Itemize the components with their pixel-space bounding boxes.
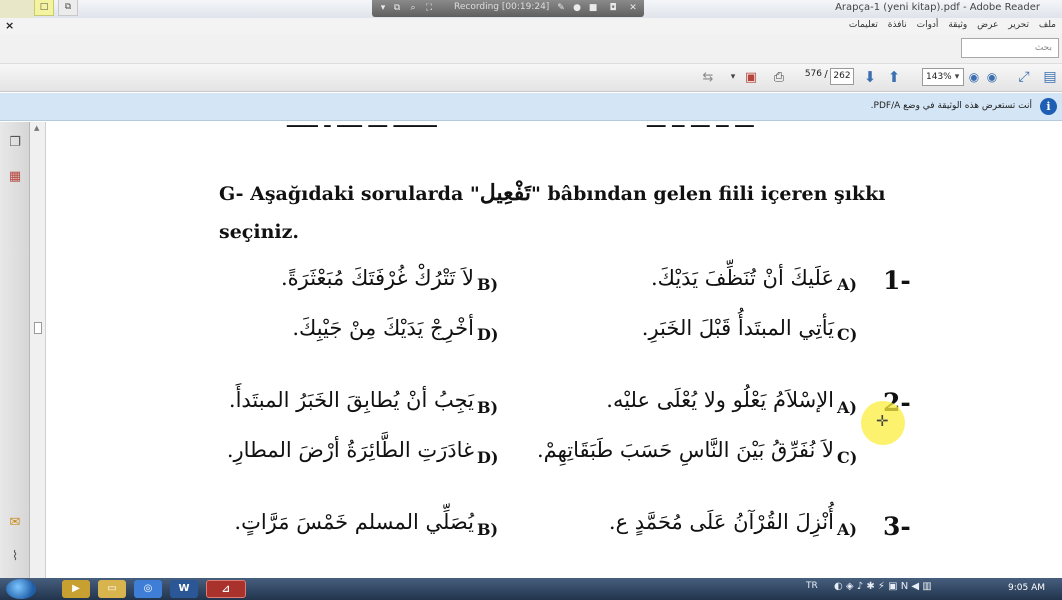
pen-icon[interactable]: ✎ xyxy=(556,3,566,13)
previous-page-icon[interactable]: ⬆ xyxy=(884,67,904,87)
heading-prefix: G- Aşağıdaki sorularda " xyxy=(219,183,480,205)
option-label: B) xyxy=(477,398,499,417)
restore-icon[interactable]: ⧉ xyxy=(392,3,402,13)
search-input[interactable]: بحث xyxy=(961,38,1059,58)
option-label: D) xyxy=(477,325,499,344)
zoom-icon[interactable]: ⌕ xyxy=(408,3,418,13)
option-label: D) xyxy=(477,448,499,467)
heading-arabic: تَفْعِيل xyxy=(479,180,531,206)
splitter-grip[interactable] xyxy=(34,322,42,334)
info-message: أنت تستعرض هذه الوثيقة في وضع PDF/A. xyxy=(870,101,1032,111)
folder-icon[interactable]: ▭ xyxy=(98,580,126,598)
option-text[interactable]: لاَ نُفَرِّقُ بَيْنَ النَّاسِ حَسَبَ طَب… xyxy=(537,438,834,462)
word-icon[interactable]: W xyxy=(170,580,198,598)
zoom-out-icon[interactable]: ◉ xyxy=(966,67,982,87)
menu-item-help[interactable]: تعليمات xyxy=(849,20,878,30)
option-label: C) xyxy=(837,325,858,344)
pages-icon[interactable]: ❐ xyxy=(6,134,24,152)
mouse-cursor-highlight: ✛ xyxy=(861,401,905,445)
option-label: A) xyxy=(837,275,857,294)
option-text[interactable]: لاَ تَتْرُكْ غُرْفَتَكَ مُبَعْثَرَةً. xyxy=(281,266,474,290)
navigation-pane: ❐ ▦ ✉ ⌇ xyxy=(0,122,30,578)
question-heading: G- Aşağıdaki sorularda "تَفْعِيل" bâbınd… xyxy=(219,174,919,251)
current-page[interactable]: 576 xyxy=(800,69,822,85)
option-text[interactable]: يُصَلِّي المسلم خَمْسَ مَرَّاتٍ. xyxy=(234,510,474,534)
print-icon[interactable]: ⎙ xyxy=(768,67,790,87)
close-icon[interactable]: ✕ xyxy=(628,3,638,13)
option-label: A) xyxy=(837,520,857,539)
chevron-down-icon[interactable]: ▾ xyxy=(728,67,738,87)
camera-icon[interactable]: ◘ xyxy=(608,3,618,13)
menu-item-window[interactable]: نافذة xyxy=(888,20,907,30)
comments-icon[interactable]: ✉ xyxy=(6,514,24,532)
option-label: B) xyxy=(477,275,499,294)
clock[interactable]: 9:05 AM xyxy=(1008,583,1045,593)
menu-item-file[interactable]: ملف xyxy=(1039,20,1056,30)
language-indicator[interactable]: TR xyxy=(806,581,818,591)
stop-icon[interactable]: ■ xyxy=(588,3,598,13)
cut-off-line: ـــ ــ ـــ ــ ـــ xyxy=(647,122,754,132)
info-bar: أنت تستعرض هذه الوثيقة في وضع PDF/A. xyxy=(0,93,1062,121)
collaborate-icon[interactable]: ⇆ xyxy=(696,67,720,87)
zoom-in-icon[interactable]: ◉ xyxy=(984,67,1000,87)
option-text[interactable]: أُنْزِلَ القُرْآنُ عَلَى مُحَمَّدٍ ع. xyxy=(609,510,834,534)
window-icon: □ xyxy=(39,2,49,12)
option-text[interactable]: أخْرِجْ يَدَيْكَ مِنْ جَيْبِكَ. xyxy=(292,316,474,340)
cut-off-line: ــ ـــ ــــ ــ ـــ ــ xyxy=(547,562,679,578)
window-button-2[interactable]: ⧉ xyxy=(58,0,78,16)
window-corner xyxy=(0,0,34,18)
media-player-icon[interactable]: ▶ xyxy=(62,580,90,598)
fit-page-icon[interactable]: ⤢ xyxy=(1014,67,1034,87)
paperclip-icon[interactable]: ⌇ xyxy=(6,548,24,566)
option-text[interactable]: غادَرَتِ الطَّائِرَةُ أرْضَ المطارِ. xyxy=(227,438,474,462)
cut-off-line: ــ ـــــ ـــ ــــ ـــ ـــ xyxy=(247,562,404,578)
record-icon[interactable]: ● xyxy=(572,3,582,13)
recording-label: Recording [00:19:24] xyxy=(454,2,550,12)
option-text[interactable]: يَجِبُ أنْ يُطابِقَ الخَبَرُ المبتَدأَ. xyxy=(229,388,474,412)
dropdown-icon[interactable]: ▾ xyxy=(378,3,388,13)
menu-item-tools[interactable]: أدوات xyxy=(917,20,939,30)
fullscreen-icon[interactable]: ⛶ xyxy=(424,3,434,13)
window-title: Arapça-1 (yeni kitap).pdf - Adobe Reader xyxy=(835,2,1040,13)
search-row xyxy=(0,34,1062,64)
option-text[interactable]: عَلَيكَ أنْ تُنَظِّفَ يَدَيْكَ. xyxy=(651,266,834,290)
window-button-1[interactable]: □ xyxy=(34,0,54,16)
option-label: C) xyxy=(837,448,858,467)
fit-width-icon[interactable]: ▤ xyxy=(1040,67,1060,87)
document-view[interactable]: ـــــــ ـــ ــــ ـ ـــــ ـــ ــ ـــ ــ ـ… xyxy=(47,122,1062,578)
menu-item-view[interactable]: عرض xyxy=(977,20,998,30)
cut-off-line: ـــــــ ـــ ــــ ـ ـــــ xyxy=(287,122,437,132)
menu-item-document[interactable]: وثيقة xyxy=(948,20,967,30)
option-label: A) xyxy=(837,398,857,417)
scroll-up-icon[interactable]: ▲ xyxy=(34,124,39,132)
attachments-pdf-icon[interactable]: ▦ xyxy=(6,168,24,186)
tray-icons[interactable]: ◐ ◈ ♪ ✱ ⚡ ▣ N ◀ ▥ xyxy=(834,581,932,592)
chrome-icon[interactable]: ◎ xyxy=(134,580,162,598)
zoom-dropdown-icon[interactable]: ▾ xyxy=(952,67,962,87)
pane-splitter[interactable]: ▲ xyxy=(30,122,46,578)
crosshair-icon: ✛ xyxy=(876,412,889,430)
option-text[interactable]: الإسْلاَمُ يَعْلُو ولا يُعْلَى عليْه. xyxy=(606,388,834,412)
page-separator: / xyxy=(824,69,828,80)
option-text[interactable]: يَأتِي المبتَدأُ قَبْلَ الخَبَرِ. xyxy=(642,316,834,340)
question-number: 1- xyxy=(883,266,911,295)
info-icon: i xyxy=(1040,98,1057,115)
total-pages: 262 xyxy=(830,68,854,85)
close-document-button[interactable]: × xyxy=(5,19,14,32)
option-label: B) xyxy=(477,520,499,539)
adobe-reader-icon[interactable]: ⊿ xyxy=(206,580,246,598)
create-pdf-icon[interactable]: ▣ xyxy=(740,67,762,87)
menu-item-edit[interactable]: تحرير xyxy=(1008,20,1029,30)
start-button[interactable] xyxy=(6,579,36,599)
menu-bar: × ملف تحرير عرض وثيقة أدوات نافذة تعليما… xyxy=(0,18,1062,34)
menu-items: ملف تحرير عرض وثيقة أدوات نافذة تعليمات xyxy=(842,20,1056,30)
recording-bar: ▾ ⧉ ⌕ ⛶ Recording [00:19:24] ✎ ● ■ ◘ ✕ xyxy=(372,0,644,17)
next-page-icon[interactable]: ⬇ xyxy=(860,67,880,87)
question-number: 3- xyxy=(883,512,911,541)
window-icon: ⧉ xyxy=(64,2,72,12)
